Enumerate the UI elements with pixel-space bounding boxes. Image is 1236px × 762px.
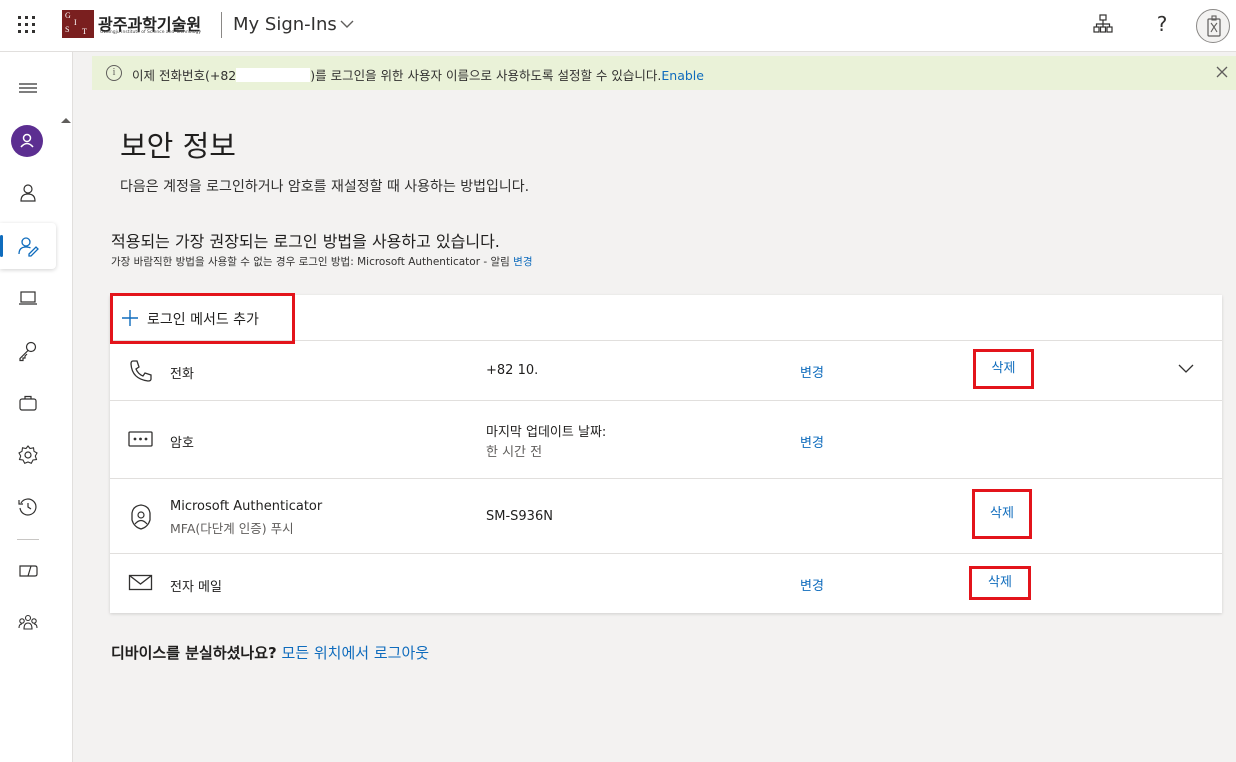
people-group-icon <box>18 614 38 630</box>
account-avatar[interactable] <box>11 125 43 157</box>
method-name: Microsoft Authenticator <box>170 499 323 514</box>
logo-english-name: Gwangju Institute of Science and Technol… <box>100 30 202 35</box>
nav-devices[interactable] <box>0 275 56 321</box>
menu-button[interactable] <box>0 65 56 111</box>
delete-link[interactable]: 삭제 <box>972 489 1032 539</box>
method-detail: SM-S936N <box>486 509 553 524</box>
scroll-up-arrow-icon[interactable] <box>60 116 72 124</box>
logo-mark: G I S T <box>62 10 94 38</box>
devices-icon <box>19 291 37 305</box>
nav-settings[interactable] <box>0 432 56 478</box>
page-subtitle: 다음은 계정을 로그인하거나 암호를 재설정할 때 사용하는 방법입니다. <box>120 179 530 195</box>
method-name: 암호 <box>170 436 194 451</box>
history-icon <box>18 498 37 516</box>
chevron-down-icon[interactable] <box>1178 364 1194 374</box>
method-name: 전자 메일 <box>170 580 222 595</box>
method-subname: MFA(다단계 인증) 푸시 <box>170 521 294 536</box>
method-name: 전화 <box>170 367 194 382</box>
default-method-subtitle: 가장 바람직한 방법을 사용할 수 없는 경우 로그인 방법: Microsof… <box>111 254 533 269</box>
header-divider <box>221 12 222 38</box>
nav-subscriptions[interactable] <box>0 600 56 646</box>
nav-organizations[interactable] <box>0 380 56 426</box>
nav-security-info[interactable] <box>0 223 56 269</box>
mail-icon <box>128 574 153 591</box>
person-icon <box>20 184 36 202</box>
help-icon[interactable]: ? <box>1150 12 1174 36</box>
security-info-panel: 보안 정보 다음은 계정을 로그인하거나 암호를 재설정할 때 사용하는 방법입… <box>92 90 1236 686</box>
key-icon <box>19 341 37 362</box>
methods-card: 로그인 메서드 추가 전화 +82 10. 변경 삭제 암호 마지막 업데이트 … <box>110 293 1222 613</box>
phone-icon <box>130 360 152 382</box>
lost-device-prompt: 디바이스를 분실하셨나요? 모든 위치에서 로그아웃 <box>111 642 429 663</box>
change-link[interactable]: 변경 <box>800 432 824 451</box>
nav-overview[interactable] <box>0 170 56 216</box>
sign-out-everywhere-link[interactable]: 모든 위치에서 로그아웃 <box>282 644 430 662</box>
rail-divider <box>17 539 39 540</box>
delete-link[interactable]: 삭제 <box>969 566 1031 600</box>
settings-gear-icon <box>18 445 38 464</box>
person-icon <box>20 133 34 148</box>
redacted-phone <box>236 68 311 82</box>
method-detail: +82 10. <box>486 363 539 378</box>
method-row-password: 암호 마지막 업데이트 날짜: 한 시간 전 변경 <box>110 401 1222 479</box>
chevron-down-icon[interactable] <box>340 19 354 29</box>
nav-recent-activity[interactable] <box>0 484 56 530</box>
main-content: i 이제 전화번호(+82 )를 로그인을 위한 사용자 이름으로 사용하도록 설… <box>73 52 1236 762</box>
security-info-icon <box>18 237 39 257</box>
badge-icon <box>1207 15 1221 37</box>
apps-icon <box>19 565 38 577</box>
method-detail: 마지막 업데이트 날짜: <box>486 425 607 440</box>
top-header: G I S T 광주과학기술원 Gwangju Institute of Sci… <box>0 0 1236 52</box>
briefcase-icon <box>19 395 37 411</box>
add-method-button[interactable]: 로그인 메서드 추가 <box>110 293 1222 344</box>
logo-letter: G <box>65 11 71 20</box>
info-icon: i <box>106 65 122 81</box>
banner-text-start: 이제 전화번호(+82 <box>132 68 237 83</box>
logo-letter: S <box>65 25 70 34</box>
enable-link[interactable]: Enable <box>661 68 704 83</box>
password-icon <box>128 431 153 447</box>
page-title: 보안 정보 <box>120 129 236 163</box>
delete-link[interactable]: 삭제 <box>973 349 1034 389</box>
organization-logo: G I S T 광주과학기술원 Gwangju Institute of Sci… <box>62 10 210 40</box>
close-icon[interactable] <box>1216 66 1228 78</box>
nav-password[interactable] <box>0 328 56 374</box>
change-default-method-link[interactable]: 변경 <box>513 256 532 268</box>
user-avatar[interactable] <box>1196 9 1230 43</box>
banner-message: 이제 전화번호(+82 )를 로그인을 위한 사용자 이름으로 사용하도록 설정할… <box>132 65 704 84</box>
change-link[interactable]: 변경 <box>800 575 824 594</box>
lost-device-question: 디바이스를 분실하셨나요? <box>111 644 277 662</box>
app-launcher-icon[interactable] <box>16 14 38 36</box>
highlight-box <box>110 293 295 344</box>
logo-letter: I <box>74 18 77 27</box>
change-link[interactable]: 변경 <box>800 362 824 381</box>
organization-chart-icon[interactable] <box>1091 12 1115 36</box>
default-method-text: 가장 바람직한 방법을 사용할 수 없는 경우 로그인 방법: Microsof… <box>111 256 510 268</box>
method-row-email: 전자 메일 변경 삭제 <box>110 554 1222 613</box>
authenticator-icon <box>131 504 151 530</box>
method-row-authenticator: Microsoft Authenticator MFA(다단계 인증) 푸시 S… <box>110 479 1222 554</box>
app-title[interactable]: My Sign-Ins <box>233 14 337 35</box>
hamburger-menu-icon <box>19 83 37 93</box>
method-row-phone: 전화 +82 10. 변경 삭제 <box>110 341 1222 401</box>
nav-office-apps[interactable] <box>0 548 56 594</box>
default-method-title: 적용되는 가장 권장되는 로그인 방법을 사용하고 있습니다. <box>111 232 500 251</box>
notification-banner: i 이제 전화번호(+82 )를 로그인을 위한 사용자 이름으로 사용하도록 설… <box>92 56 1236 90</box>
left-navigation-rail <box>0 52 73 762</box>
banner-text-end: )를 로그인을 위한 사용자 이름으로 사용하도록 설정할 수 있습니다. <box>310 68 662 83</box>
logo-letter: T <box>82 27 87 36</box>
method-detail-secondary: 한 시간 전 <box>486 445 543 460</box>
